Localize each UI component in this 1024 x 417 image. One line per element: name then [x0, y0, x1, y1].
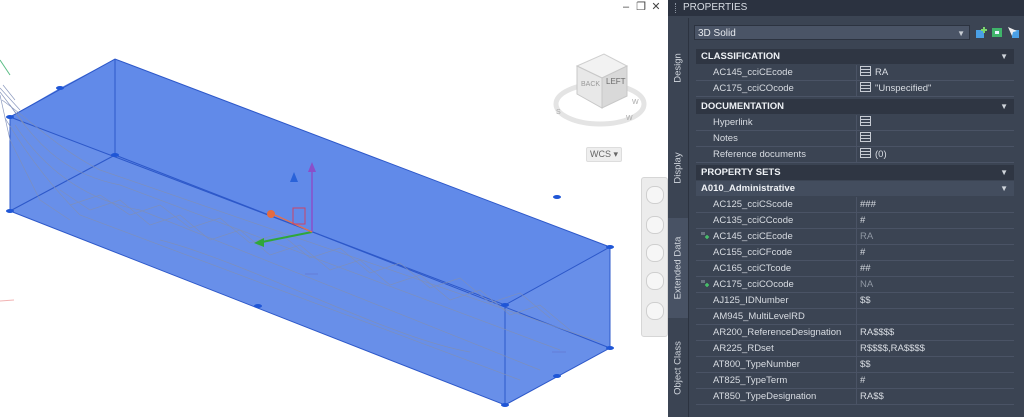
link-icon: [701, 232, 709, 239]
property-row[interactable]: AC125_cciCScode ###: [696, 197, 1014, 213]
palette-tabs: Design Display Extended Data Object Clas…: [668, 18, 689, 417]
classification-icon: [860, 82, 871, 92]
viewcube-left-label: LEFT: [606, 77, 626, 86]
property-row[interactable]: AM945_MultiLevelRD: [696, 309, 1014, 325]
model-viewport[interactable]: – ❐ ✕ BACK LEFT S W W WCS ▾: [0, 0, 668, 417]
properties-content: CLASSIFICATION ▼ AC145_cciCEcode RA AC175_…: [696, 49, 1014, 405]
property-row[interactable]: AC135_cciCCcode #: [696, 213, 1014, 229]
pan-icon[interactable]: [646, 216, 664, 234]
property-row[interactable]: AT800_TypeNumber $$: [696, 357, 1014, 373]
viewcube-back-label: BACK: [581, 81, 600, 88]
zoom-icon[interactable]: [646, 244, 664, 262]
tab-extended-data[interactable]: Extended Data: [668, 218, 689, 318]
link-icon: [701, 280, 709, 287]
hyperlink-icon[interactable]: [860, 116, 871, 126]
classification-icon: [860, 66, 871, 76]
object-type-dropdown[interactable]: 3D Solid ▼: [694, 25, 970, 40]
properties-palette: PROPERTIES Design Display Extended Data …: [668, 0, 1024, 417]
section-classification[interactable]: CLASSIFICATION ▼: [696, 49, 1014, 64]
wcs-label: WCS: [590, 149, 611, 159]
property-value: RA: [856, 65, 1014, 80]
chevron-down-icon: ▼: [957, 29, 965, 38]
compass-w-label: W: [626, 115, 633, 122]
collapse-icon[interactable]: ▼: [1000, 99, 1008, 114]
property-row[interactable]: AC145_cciCEcode RA: [696, 229, 1014, 245]
viewport-window-controls: – ❐ ✕: [620, 1, 662, 13]
notes-icon[interactable]: [860, 132, 871, 142]
palette-title-bar[interactable]: PROPERTIES: [668, 0, 1024, 16]
property-set-header[interactable]: A010_Administrative ▼: [696, 181, 1014, 196]
property-row[interactable]: AC175_cciCOcode "Unspecified": [696, 81, 1014, 97]
add-selection-icon[interactable]: [975, 26, 988, 39]
palette-title: PROPERTIES: [683, 2, 748, 13]
grip-icon[interactable]: [675, 3, 680, 13]
restore-icon[interactable]: ❐: [635, 1, 647, 13]
property-row[interactable]: Notes: [696, 131, 1014, 147]
property-row[interactable]: AR225_RDset R$$$$,RA$$$$: [696, 341, 1014, 357]
collapse-icon[interactable]: ▼: [1000, 165, 1008, 180]
orbit-icon[interactable]: [646, 272, 664, 290]
select-objects-icon[interactable]: [1007, 26, 1020, 39]
quick-select-icon[interactable]: [991, 26, 1004, 39]
collapse-icon[interactable]: ▼: [1000, 181, 1008, 196]
close-icon[interactable]: ✕: [650, 1, 662, 13]
property-row[interactable]: AR200_ReferenceDesignation RA$$$$: [696, 325, 1014, 341]
property-value: (0): [856, 147, 1014, 162]
property-value: [856, 131, 1014, 146]
property-row[interactable]: AC155_cciCFcode #: [696, 245, 1014, 261]
steering-wheel-icon[interactable]: [646, 186, 664, 204]
property-row[interactable]: AC175_cciCOcode NA: [696, 277, 1014, 293]
compass-w2-label: W: [632, 99, 639, 106]
compass-s-label: S: [556, 109, 561, 116]
collapse-icon[interactable]: ▼: [1000, 49, 1008, 64]
navigation-bar[interactable]: [641, 177, 668, 337]
property-value: [856, 115, 1014, 130]
showmotion-icon[interactable]: [646, 302, 664, 320]
property-row[interactable]: AT850_TypeDesignation RA$$: [696, 389, 1014, 405]
property-value: "Unspecified": [856, 81, 1014, 96]
tab-object-class[interactable]: Object Class: [668, 318, 689, 417]
viewcube[interactable]: BACK LEFT S W W: [552, 46, 647, 136]
property-row[interactable]: AJ125_IDNumber $$: [696, 293, 1014, 309]
property-row[interactable]: AT825_TypeTerm #: [696, 373, 1014, 389]
property-row[interactable]: Reference documents (0): [696, 147, 1014, 163]
property-row[interactable]: AC145_cciCEcode RA: [696, 65, 1014, 81]
property-row[interactable]: Hyperlink: [696, 115, 1014, 131]
tab-display[interactable]: Display: [668, 118, 689, 218]
section-property-sets[interactable]: PROPERTY SETS ▼: [696, 165, 1014, 180]
tab-design[interactable]: Design: [668, 18, 689, 118]
section-documentation[interactable]: DOCUMENTATION ▼: [696, 99, 1014, 114]
wcs-menu[interactable]: WCS ▾: [586, 147, 623, 162]
reference-documents-icon[interactable]: [860, 148, 871, 158]
minimize-icon[interactable]: –: [620, 1, 632, 13]
property-row[interactable]: AC165_cciCTcode ##: [696, 261, 1014, 277]
object-type-value: 3D Solid: [698, 28, 736, 39]
